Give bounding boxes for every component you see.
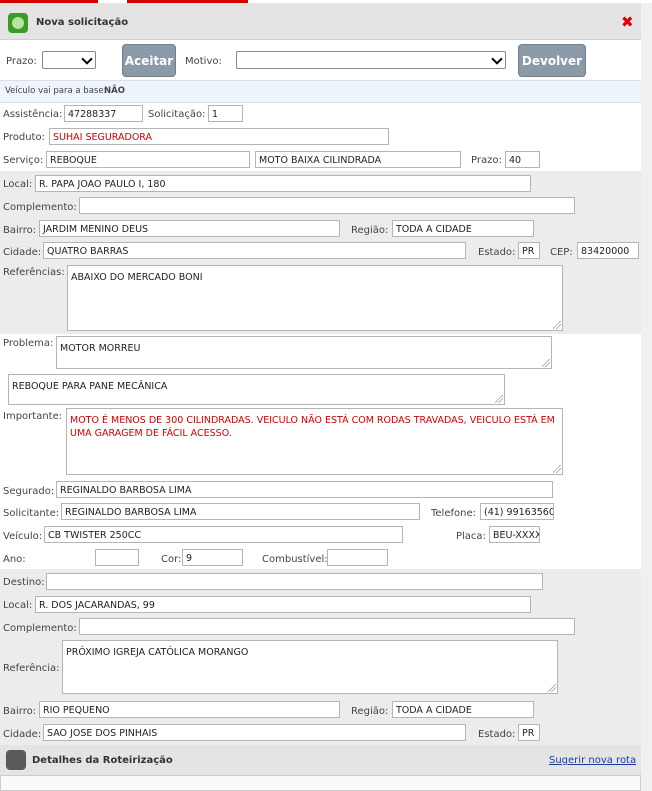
importante-textarea[interactable]: MOTO É MENOS DE 300 CILINDRADAS. VEICULO…	[66, 408, 563, 475]
cep-field[interactable]: 83420000	[577, 242, 639, 259]
chevron-down-icon	[81, 53, 93, 65]
routing-details-title: Detalhes da Roteirização	[32, 755, 173, 766]
veiculo-field[interactable]: CB TWISTER 250CC	[44, 526, 403, 543]
cor-label: Cor:	[161, 554, 182, 565]
cep-label: CEP:	[550, 247, 573, 258]
dialog-header: Nova solicitação ✖	[0, 3, 641, 40]
problema-detalhe-text: REBOQUE PARA PANE MECÂNICA	[12, 381, 168, 392]
telefone-field[interactable]: (41) 99163560(	[480, 503, 554, 520]
ano-label: Ano:	[3, 554, 26, 565]
solicitante-field[interactable]: REGINALDO BARBOSA LIMA	[61, 503, 420, 520]
destino-estado-field[interactable]: PR	[518, 724, 540, 741]
destino-field[interactable]	[46, 573, 543, 590]
segurado-label: Segurado:	[3, 486, 55, 497]
close-icon[interactable]: ✖	[621, 15, 634, 30]
destino-bairro-label: Bairro:	[3, 706, 37, 717]
suggest-route-link[interactable]: Sugerir nova rota	[549, 755, 636, 766]
assistencia-label: Assistência:	[3, 109, 63, 120]
veiculo-base-value: NÃO	[104, 86, 125, 96]
problema-textarea[interactable]: MOTOR MORREU	[56, 336, 552, 369]
aceitar-button[interactable]: Aceitar	[122, 44, 176, 77]
bairro-field[interactable]: JARDIM MENINO DEUS	[39, 220, 340, 237]
scrollbar[interactable]	[641, 3, 652, 791]
devolver-button[interactable]: Devolver	[518, 44, 586, 77]
destino-local-label: Local:	[3, 600, 33, 611]
importante-label: Importante:	[3, 411, 63, 422]
globe-map-icon	[8, 13, 28, 33]
regiao-label: Região:	[351, 225, 389, 236]
destino-cidade-field[interactable]: SAO JOSE DOS PINHAIS	[43, 724, 466, 741]
chevron-down-icon	[491, 53, 503, 65]
veiculo-base-label: Veículo vai para a base:	[5, 86, 107, 96]
bairro-label: Bairro:	[3, 225, 37, 236]
referencias-label: Referências:	[3, 267, 65, 278]
destino-complemento-label: Complemento:	[3, 623, 77, 634]
resize-handle[interactable]	[553, 465, 561, 473]
telefone-label: Telefone:	[431, 508, 476, 519]
solicitacao-field[interactable]: 1	[208, 105, 243, 122]
servico-prazo-field[interactable]: 40	[505, 151, 540, 168]
servico-tipo-field[interactable]: MOTO BAIXA CILINDRADA	[255, 151, 461, 168]
solicitante-label: Solicitante:	[3, 508, 60, 519]
resize-handle[interactable]	[542, 359, 550, 367]
destino-referencia-textarea[interactable]: PRÓXIMO IGREJA CATÓLICA MORANGO	[62, 640, 558, 694]
motivo-select[interactable]	[236, 51, 506, 69]
destino-complemento-field[interactable]	[79, 618, 575, 635]
complemento-label: Complemento:	[3, 202, 77, 213]
motivo-label: Motivo:	[185, 56, 222, 67]
routing-details-panel	[0, 775, 641, 791]
estado-field[interactable]: PR	[518, 242, 540, 259]
dialog-title: Nova solicitação	[36, 17, 129, 28]
regiao-field[interactable]: TODA A CIDADE	[392, 220, 534, 237]
estado-label: Estado:	[478, 247, 516, 258]
referencias-text: ABAIXO DO MERCADO BONI	[71, 272, 203, 283]
info-bar: Veículo vai para a base: NÃO	[0, 80, 641, 103]
problema-label: Problema:	[3, 338, 54, 349]
destino-regiao-label: Região:	[351, 706, 389, 717]
servico-field[interactable]: REBOQUE	[46, 151, 250, 168]
prazo-select[interactable]	[42, 51, 96, 69]
cidade-field[interactable]: QUATRO BARRAS	[43, 242, 466, 259]
destino-cidade-label: Cidade:	[3, 729, 42, 740]
referencias-textarea[interactable]: ABAIXO DO MERCADO BONI	[67, 265, 563, 331]
veiculo-label: Veículo:	[3, 531, 43, 542]
resize-handle[interactable]	[495, 395, 503, 403]
resize-handle[interactable]	[553, 321, 561, 329]
cidade-label: Cidade:	[3, 247, 42, 258]
prazo-select-label: Prazo:	[6, 56, 37, 67]
produto-label: Produto:	[3, 132, 45, 143]
local-field[interactable]: R. PAPA JOAO PAULO I, 180	[35, 175, 531, 192]
destino-bairro-field[interactable]: RIO PEQUENO	[39, 701, 340, 718]
destino-label: Destino:	[3, 577, 45, 588]
globe-map-icon	[6, 750, 26, 770]
complemento-field[interactable]	[79, 197, 575, 214]
problema-text: MOTOR MORREU	[60, 343, 141, 354]
destino-local-field[interactable]: R. DOS JACARANDAS, 99	[35, 596, 531, 613]
servico-label: Serviço:	[3, 155, 44, 166]
placa-label: Placa:	[456, 531, 486, 542]
routing-details-header: Detalhes da Roteirização Sugerir nova ro…	[0, 745, 641, 775]
servico-prazo-label: Prazo:	[471, 155, 502, 166]
importante-text: MOTO É MENOS DE 300 CILINDRADAS. VEICULO…	[70, 415, 555, 439]
segurado-field[interactable]: REGINALDO BARBOSA LIMA	[56, 481, 553, 498]
ano-field[interactable]	[95, 549, 139, 566]
cor-field[interactable]: 9	[182, 549, 243, 566]
combustivel-field[interactable]	[327, 549, 388, 566]
resize-handle[interactable]	[548, 684, 556, 692]
local-label: Local:	[3, 179, 33, 190]
assistencia-field[interactable]: 47288337	[64, 105, 143, 122]
produto-field[interactable]: SUHAI SEGURADORA	[49, 128, 389, 145]
destino-referencia-label: Referência:	[3, 663, 60, 674]
destino-referencia-text: PRÓXIMO IGREJA CATÓLICA MORANGO	[66, 647, 249, 658]
combustivel-label: Combustível:	[262, 554, 328, 565]
placa-field[interactable]: BEU-XXXX	[489, 526, 540, 543]
destino-regiao-field[interactable]: TODA A CIDADE	[392, 701, 534, 718]
solicitacao-label: Solicitação:	[148, 109, 206, 120]
destino-estado-label: Estado:	[478, 729, 516, 740]
problema-detalhe-textarea[interactable]: REBOQUE PARA PANE MECÂNICA	[8, 374, 505, 405]
